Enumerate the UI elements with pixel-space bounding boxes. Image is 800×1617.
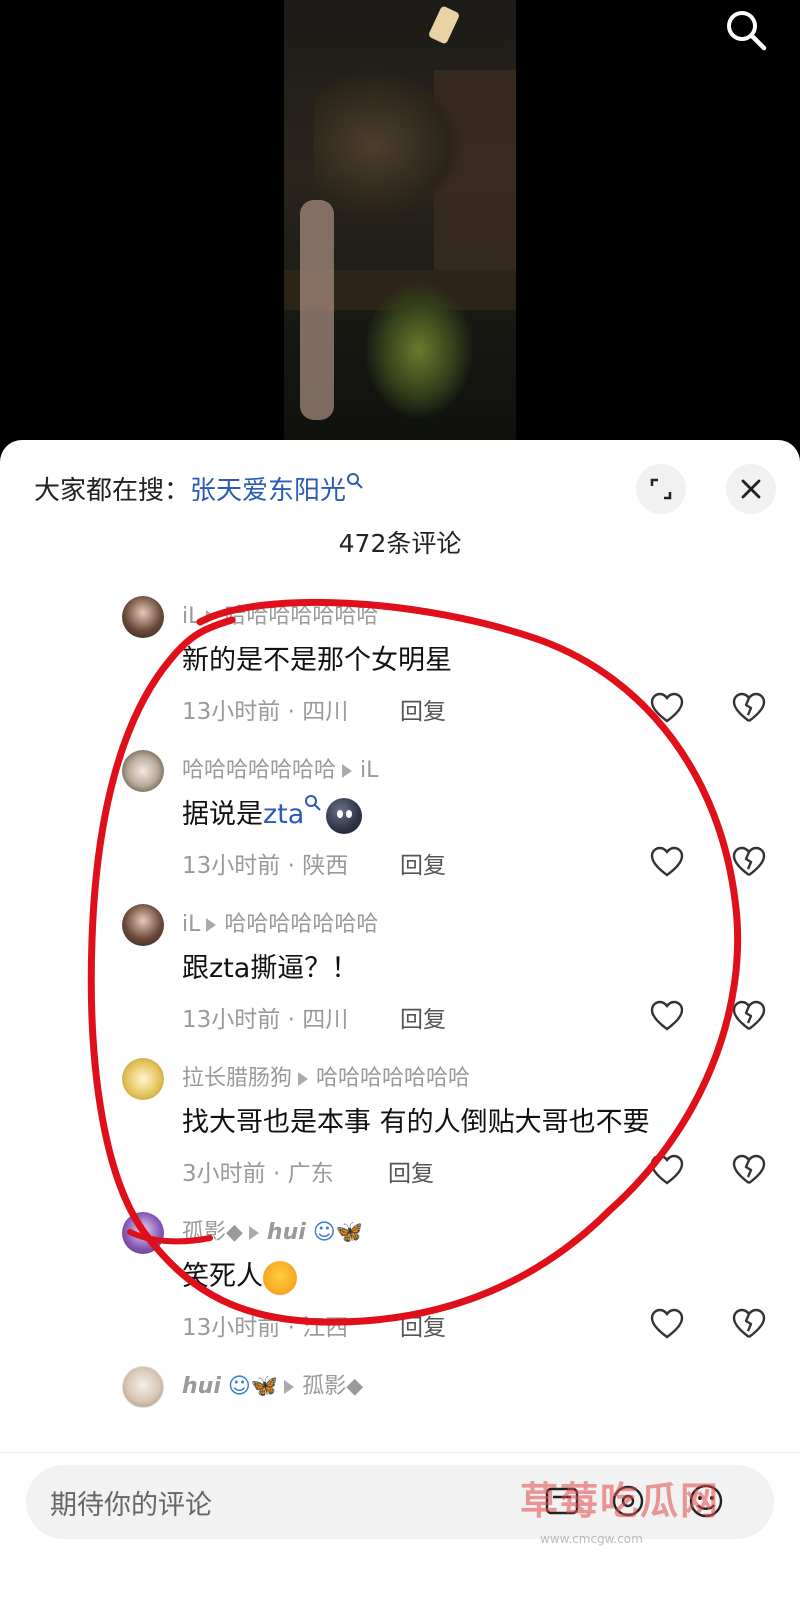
avatar[interactable] [122,1058,164,1100]
comment-text-prefix: 据说是 [182,799,263,830]
reply-arrow-icon [206,918,217,932]
broken-heart-icon[interactable] [732,692,766,724]
trend-search-icon [347,473,363,489]
broken-heart-icon[interactable] [732,1154,766,1186]
avatar[interactable] [122,904,164,946]
video-figure [314,70,464,220]
avatar[interactable] [122,1212,164,1254]
comment-reply-to[interactable]: 哈哈哈哈哈哈哈 [316,1066,470,1091]
reply-arrow-icon [248,1226,259,1240]
broken-heart-icon[interactable] [732,1000,766,1032]
comment-item: 拉长腊肠狗 哈哈哈哈哈哈哈 找大哥也是本事 有的人倒贴大哥也不要 3小时前 · 广… [0,1058,800,1216]
comment-item: 哈哈哈哈哈哈哈 iL 据说是zta 13小时前 · 陕西 回复 [0,750,800,908]
reply-button[interactable]: 回复 [388,1154,434,1188]
comment-item: 孤影◆ hui ☺🦋 笑死人 13小时前 · 江西 回复 [0,1212,800,1370]
heart-icon[interactable] [650,1154,684,1186]
reply-button[interactable]: 回复 [400,846,446,880]
comment-reply-to[interactable]: 哈哈哈哈哈哈哈 [224,604,378,629]
video-frame [284,0,516,440]
sticker-icon [326,797,363,834]
comment-text-body: 笑死人 [182,1261,263,1292]
broken-heart-icon[interactable] [732,846,766,878]
reply-button[interactable]: 回复 [400,1308,446,1342]
reply-arrow-icon [206,610,217,624]
expand-button[interactable] [636,464,686,514]
watermark-title: 草莓吃瓜网 [520,1479,721,1523]
butterfly-icon: ☺🦋 [305,1220,364,1245]
comment-item: hui ☺🦋 孤影◆ [0,1366,800,1426]
comment-search-link[interactable]: zta [263,799,304,830]
trending-prefix: 大家都在搜： [34,476,191,506]
comment-text: 找大哥也是本事 有的人倒贴大哥也不要 [182,1107,650,1138]
reply-arrow-icon [298,1072,309,1086]
comment-input-placeholder: 期待你的评论 [50,1490,212,1521]
comment-meta: 拉长腊肠狗 哈哈哈哈哈哈哈 [182,1060,470,1092]
comment-time: 13小时前 · 陕西 [182,853,349,879]
comment-reply-to[interactable]: hui [267,1220,306,1245]
comment-meta: 孤影◆ hui ☺🦋 [182,1214,363,1246]
comment-count: 472条评论 [338,529,462,558]
watermark-url: www.cmcgw.com [540,1532,643,1546]
comment-author[interactable]: iL [182,604,200,629]
comment-author[interactable]: 哈哈哈哈哈哈哈 [182,758,336,783]
video-lamp [427,5,461,45]
laughing-emoji-icon [263,1260,297,1295]
reply-button[interactable]: 回复 [400,1000,446,1034]
trending-search[interactable]: 大家都在搜：张天爱东阳光 [34,470,364,507]
video-figure-legs [300,200,334,420]
trending-link[interactable]: 张天爱东阳光 [190,476,346,506]
comment-item: iL 哈哈哈哈哈哈哈 跟zta撕逼？！ 13小时前 · 四川 回复 [0,904,800,1062]
comment-item: iL 哈哈哈哈哈哈哈 新的是不是那个女明星 13小时前 · 四川 回复 [0,596,800,754]
comment-text: 新的是不是那个女明星 [182,645,452,676]
comment-author[interactable]: 孤影◆ [182,1220,243,1245]
comment-author[interactable]: 拉长腊肠狗 [182,1066,292,1091]
comment-meta: hui ☺🦋 孤影◆ [182,1368,363,1400]
comment-text: 跟zta撕逼？！ [182,953,359,984]
comment-text: 笑死人 [182,1254,297,1295]
avatar[interactable] [122,1366,164,1408]
video-plant [364,280,474,420]
comment-meta: iL 哈哈哈哈哈哈哈 [182,598,378,630]
reply-button[interactable]: 回复 [400,692,446,726]
close-icon [741,479,761,499]
reply-arrow-icon [342,764,353,778]
search-icon[interactable] [722,6,770,54]
broken-heart-icon[interactable] [732,1308,766,1340]
butterfly-icon: ☺🦋 [220,1374,279,1399]
heart-icon[interactable] [650,1308,684,1340]
comment-meta: iL 哈哈哈哈哈哈哈 [182,906,378,938]
avatar[interactable] [122,596,164,638]
comment-time: 13小时前 · 四川 [182,1007,349,1033]
comment-sheet: 大家都在搜：张天爱东阳光 472条评论 iL 哈哈哈哈哈哈哈 新的是不是那个女明星… [0,440,800,1617]
heart-icon[interactable] [650,1000,684,1032]
video-player[interactable] [0,0,800,440]
comment-time: 13小时前 · 江西 [182,1315,349,1341]
comment-time: 3小时前 · 广东 [182,1161,334,1187]
reply-arrow-icon [284,1380,295,1394]
avatar[interactable] [122,750,164,792]
heart-icon[interactable] [650,692,684,724]
close-button[interactable] [726,464,776,514]
comment-reply-to[interactable]: 孤影◆ [302,1374,363,1399]
heart-icon[interactable] [650,846,684,878]
comment-meta: 哈哈哈哈哈哈哈 iL [182,752,378,784]
comment-time: 13小时前 · 四川 [182,699,349,725]
watermark-logo: 草莓吃瓜网 www.cmcgw.com [500,1470,790,1560]
comment-author[interactable]: hui [182,1374,221,1399]
comment-reply-to[interactable]: iL [360,758,378,783]
expand-icon [650,478,672,500]
comment-reply-to[interactable]: 哈哈哈哈哈哈哈 [224,912,378,937]
comment-author[interactable]: iL [182,912,200,937]
comment-text: 据说是zta [182,792,363,834]
link-search-icon [305,795,322,811]
